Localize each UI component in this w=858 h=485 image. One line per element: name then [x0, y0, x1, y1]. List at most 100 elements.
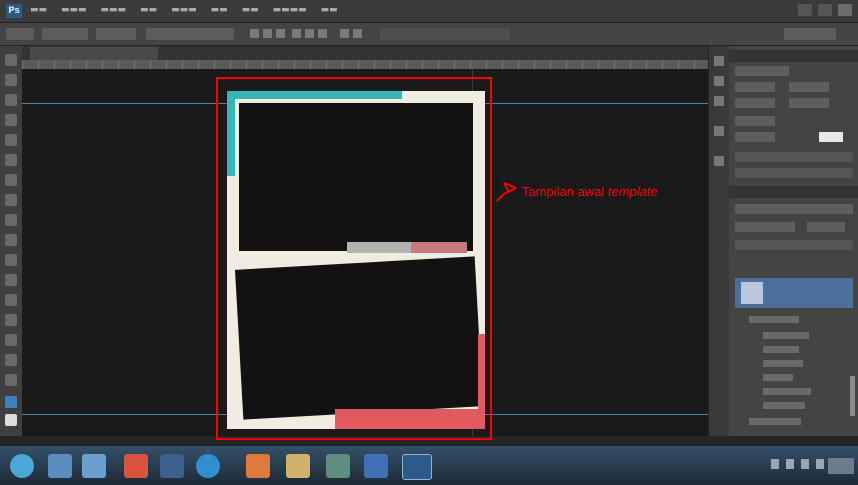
leading-field[interactable] [789, 82, 829, 92]
blur-tool-icon[interactable] [5, 294, 17, 306]
lock-fill-row[interactable] [735, 240, 853, 250]
crop-tool-icon[interactable] [5, 134, 17, 146]
media-taskbar-icon[interactable] [160, 454, 184, 478]
menu-item-4[interactable]: ▬▬ [140, 5, 157, 15]
panel-icon-column [709, 46, 729, 436]
foreground-color-swatch[interactable] [5, 396, 17, 408]
options-dropdown-2[interactable] [96, 28, 136, 40]
layer-row[interactable] [763, 402, 805, 409]
options-dropdown-1[interactable] [42, 28, 88, 40]
selected-layer-row[interactable] [735, 278, 853, 308]
menu-item-2[interactable]: ▬▬▬ [61, 5, 87, 15]
explorer-taskbar-icon[interactable] [48, 454, 72, 478]
menu-item-3[interactable]: ▬▬▬ [101, 5, 127, 15]
eyedropper-tool-icon[interactable] [5, 154, 17, 166]
pen-tool-icon[interactable] [5, 334, 17, 346]
font-size-field[interactable] [735, 82, 775, 92]
align-icon-3[interactable] [276, 29, 285, 38]
marquee-tool-icon[interactable] [5, 74, 17, 86]
text-style-buttons[interactable] [735, 152, 853, 162]
lasso-tool-icon[interactable] [5, 94, 17, 106]
right-panels [708, 46, 858, 436]
tray-icon[interactable] [771, 459, 779, 469]
options-mode-group [380, 28, 510, 40]
paragraph-panel-icon[interactable] [714, 156, 724, 166]
office-taskbar-icon[interactable] [246, 454, 270, 478]
menu-item-6[interactable]: ▬▬ [211, 5, 228, 15]
document-tab-bar [22, 46, 708, 60]
folder-taskbar-icon[interactable] [286, 454, 310, 478]
align-icon-2[interactable] [263, 29, 272, 38]
menu-item-7[interactable]: ▬▬ [242, 5, 259, 15]
menu-item-8[interactable]: ▬▬▬▬ [273, 5, 307, 15]
layer-row[interactable] [763, 332, 809, 339]
distribute-icon-2[interactable] [353, 29, 362, 38]
taskbar-clock[interactable] [828, 458, 854, 474]
align-icon-4[interactable] [292, 29, 301, 38]
layer-row[interactable] [749, 418, 801, 425]
tools-panel [0, 46, 23, 436]
layer-filter-bar[interactable] [735, 204, 853, 214]
document-tab[interactable] [30, 47, 158, 60]
history-panel-icon[interactable] [714, 56, 724, 66]
kerning-field[interactable] [789, 98, 829, 108]
align-icon-1[interactable] [250, 29, 259, 38]
chat-taskbar-icon[interactable] [326, 454, 350, 478]
menu-item-5[interactable]: ▬▬▬ [171, 5, 197, 15]
layers-panel-header[interactable] [729, 186, 858, 198]
close-icon[interactable] [838, 4, 852, 16]
menu-item-1[interactable]: ▬▬ [30, 5, 47, 15]
layer-row[interactable] [763, 346, 799, 353]
move-tool-icon[interactable] [5, 54, 17, 66]
layer-row[interactable] [763, 374, 793, 381]
character-panel-icon[interactable] [714, 126, 724, 136]
start-button-icon[interactable] [10, 454, 34, 478]
baseline-field[interactable] [735, 132, 775, 142]
clone-stamp-tool-icon[interactable] [5, 214, 17, 226]
healing-brush-tool-icon[interactable] [5, 174, 17, 186]
scale-field[interactable] [735, 116, 775, 126]
taskbar-app-icon[interactable] [82, 454, 106, 478]
shape-tool-icon[interactable] [5, 374, 17, 386]
history-brush-tool-icon[interactable] [5, 234, 17, 246]
minimize-icon[interactable] [798, 4, 812, 16]
quick-select-tool-icon[interactable] [5, 114, 17, 126]
tracking-field[interactable] [735, 98, 775, 108]
maximize-icon[interactable] [818, 4, 832, 16]
layers-scrollbar[interactable] [850, 376, 855, 416]
blend-mode-dropdown[interactable] [735, 222, 795, 232]
tool-preset-picker[interactable] [6, 28, 34, 40]
eraser-tool-icon[interactable] [5, 254, 17, 266]
options-field[interactable] [146, 28, 234, 40]
word-taskbar-icon[interactable] [364, 454, 388, 478]
volume-icon[interactable] [816, 459, 824, 469]
dodge-tool-icon[interactable] [5, 314, 17, 326]
background-color-swatch[interactable] [5, 414, 17, 426]
font-family-field[interactable] [735, 66, 789, 76]
type-tool-icon[interactable] [5, 354, 17, 366]
distribute-icon-1[interactable] [340, 29, 349, 38]
highlight-box [216, 77, 492, 440]
browser-taskbar-icon[interactable] [124, 454, 148, 478]
chrome-taskbar-icon[interactable] [196, 454, 220, 478]
swatches-panel-icon[interactable] [714, 96, 724, 106]
network-icon[interactable] [801, 459, 809, 469]
opacity-field[interactable] [807, 222, 845, 232]
gradient-tool-icon[interactable] [5, 274, 17, 286]
align-icon-5[interactable] [305, 29, 314, 38]
brush-tool-icon[interactable] [5, 194, 17, 206]
workspace-switcher[interactable] [784, 28, 836, 40]
tray-icon[interactable] [786, 459, 794, 469]
photoshop-logo-icon: Ps [6, 4, 22, 18]
layer-row[interactable] [763, 388, 811, 395]
photoshop-taskbar-icon[interactable] [402, 454, 432, 480]
text-color-swatch[interactable] [819, 132, 843, 142]
layer-row[interactable] [763, 360, 803, 367]
character-panel-header[interactable] [729, 50, 858, 62]
properties-panel-icon[interactable] [714, 76, 724, 86]
text-option-buttons[interactable] [735, 168, 853, 178]
layer-row[interactable] [749, 316, 799, 323]
menu-item-9[interactable]: ▬▬ [321, 5, 338, 15]
horizontal-ruler [22, 60, 708, 69]
align-icon-6[interactable] [318, 29, 327, 38]
